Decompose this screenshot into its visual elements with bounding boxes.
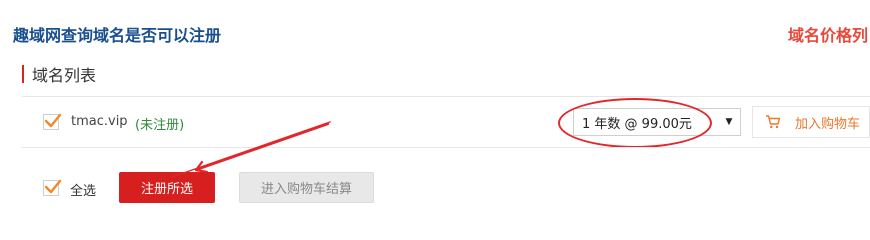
section-title: 域名列表 (32, 66, 97, 85)
shopping-cart-icon (765, 115, 781, 129)
section-header: 域名列表 (22, 64, 97, 85)
price-list-link[interactable]: 域名价格列 (788, 22, 870, 46)
checkout-button[interactable]: 进入购物车结算 (239, 172, 374, 203)
add-to-cart-label: 加入购物车 (795, 116, 861, 132)
domain-status: (未注册) (135, 118, 185, 133)
divider (22, 96, 870, 97)
domain-name: tmac.vip (71, 114, 128, 129)
select-all-label: 全选 (70, 184, 97, 199)
section-accent-bar (22, 65, 24, 83)
add-to-cart-button[interactable]: 加入购物车 (752, 106, 870, 138)
year-price-select[interactable]: 1 年数 @ 99.00元 ▼ (573, 108, 741, 136)
page-title: 趣域网查询域名是否可以注册 (13, 26, 222, 45)
register-selected-button[interactable]: 注册所选 (119, 172, 215, 203)
divider (22, 147, 870, 148)
caret-down-icon: ▼ (725, 117, 733, 127)
year-price-select-value: 1 年数 @ 99.00元 (582, 116, 692, 132)
check-icon (44, 113, 62, 128)
check-icon (44, 179, 62, 194)
domain-checkbox[interactable] (43, 113, 62, 130)
select-all-checkbox[interactable] (43, 179, 62, 196)
